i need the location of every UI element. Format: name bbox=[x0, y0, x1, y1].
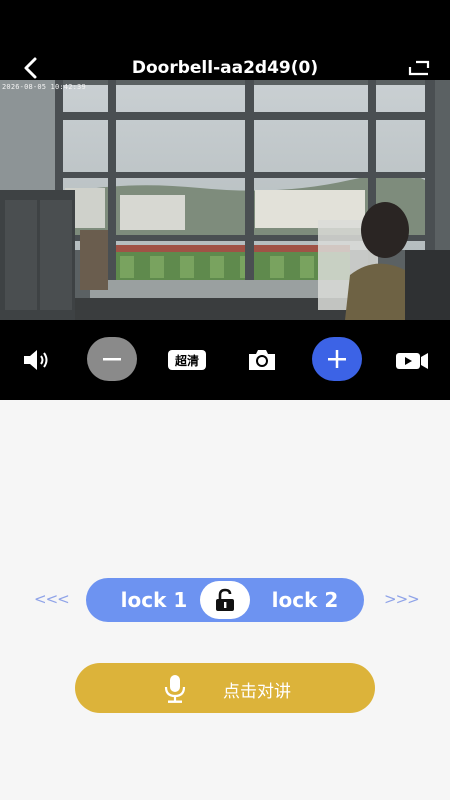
fullscreen-button[interactable] bbox=[408, 60, 430, 76]
camera-icon bbox=[249, 350, 275, 370]
volume-button[interactable] bbox=[22, 347, 52, 373]
talk-label: 点击对讲 bbox=[223, 682, 291, 702]
plus-icon bbox=[328, 350, 346, 368]
video-timestamp: 2026-08-05 10:42:39 bbox=[2, 83, 86, 91]
unlock-icon bbox=[216, 588, 234, 611]
quality-button[interactable]: 超清 bbox=[168, 350, 206, 370]
camera-feed-image bbox=[0, 80, 450, 320]
speaker-icon bbox=[24, 350, 48, 370]
camera-feed[interactable]: 2026-08-05 10:42:39 bbox=[0, 80, 450, 320]
talk-button[interactable]: 点击对讲 bbox=[75, 663, 375, 713]
zoom-out-button[interactable] bbox=[87, 337, 137, 381]
lock-selector: lock 1 lock 2 bbox=[86, 578, 364, 622]
prev-arrow[interactable]: <<< bbox=[34, 590, 70, 608]
top-bar: Doorbell-aa2d49(0) bbox=[0, 0, 450, 80]
page-title: Doorbell-aa2d49(0) bbox=[131, 58, 319, 78]
lock-2-button[interactable]: lock 2 bbox=[246, 578, 364, 622]
minus-icon bbox=[103, 358, 121, 361]
snapshot-button[interactable] bbox=[246, 346, 278, 374]
fullscreen-icon bbox=[408, 60, 430, 76]
control-bar: 超清 bbox=[0, 320, 450, 400]
record-button[interactable] bbox=[395, 350, 429, 372]
video-record-icon bbox=[396, 353, 428, 369]
unlock-button[interactable] bbox=[200, 581, 250, 619]
zoom-in-button[interactable] bbox=[312, 337, 362, 381]
next-arrow[interactable]: >>> bbox=[384, 590, 420, 608]
microphone-icon bbox=[164, 675, 186, 703]
